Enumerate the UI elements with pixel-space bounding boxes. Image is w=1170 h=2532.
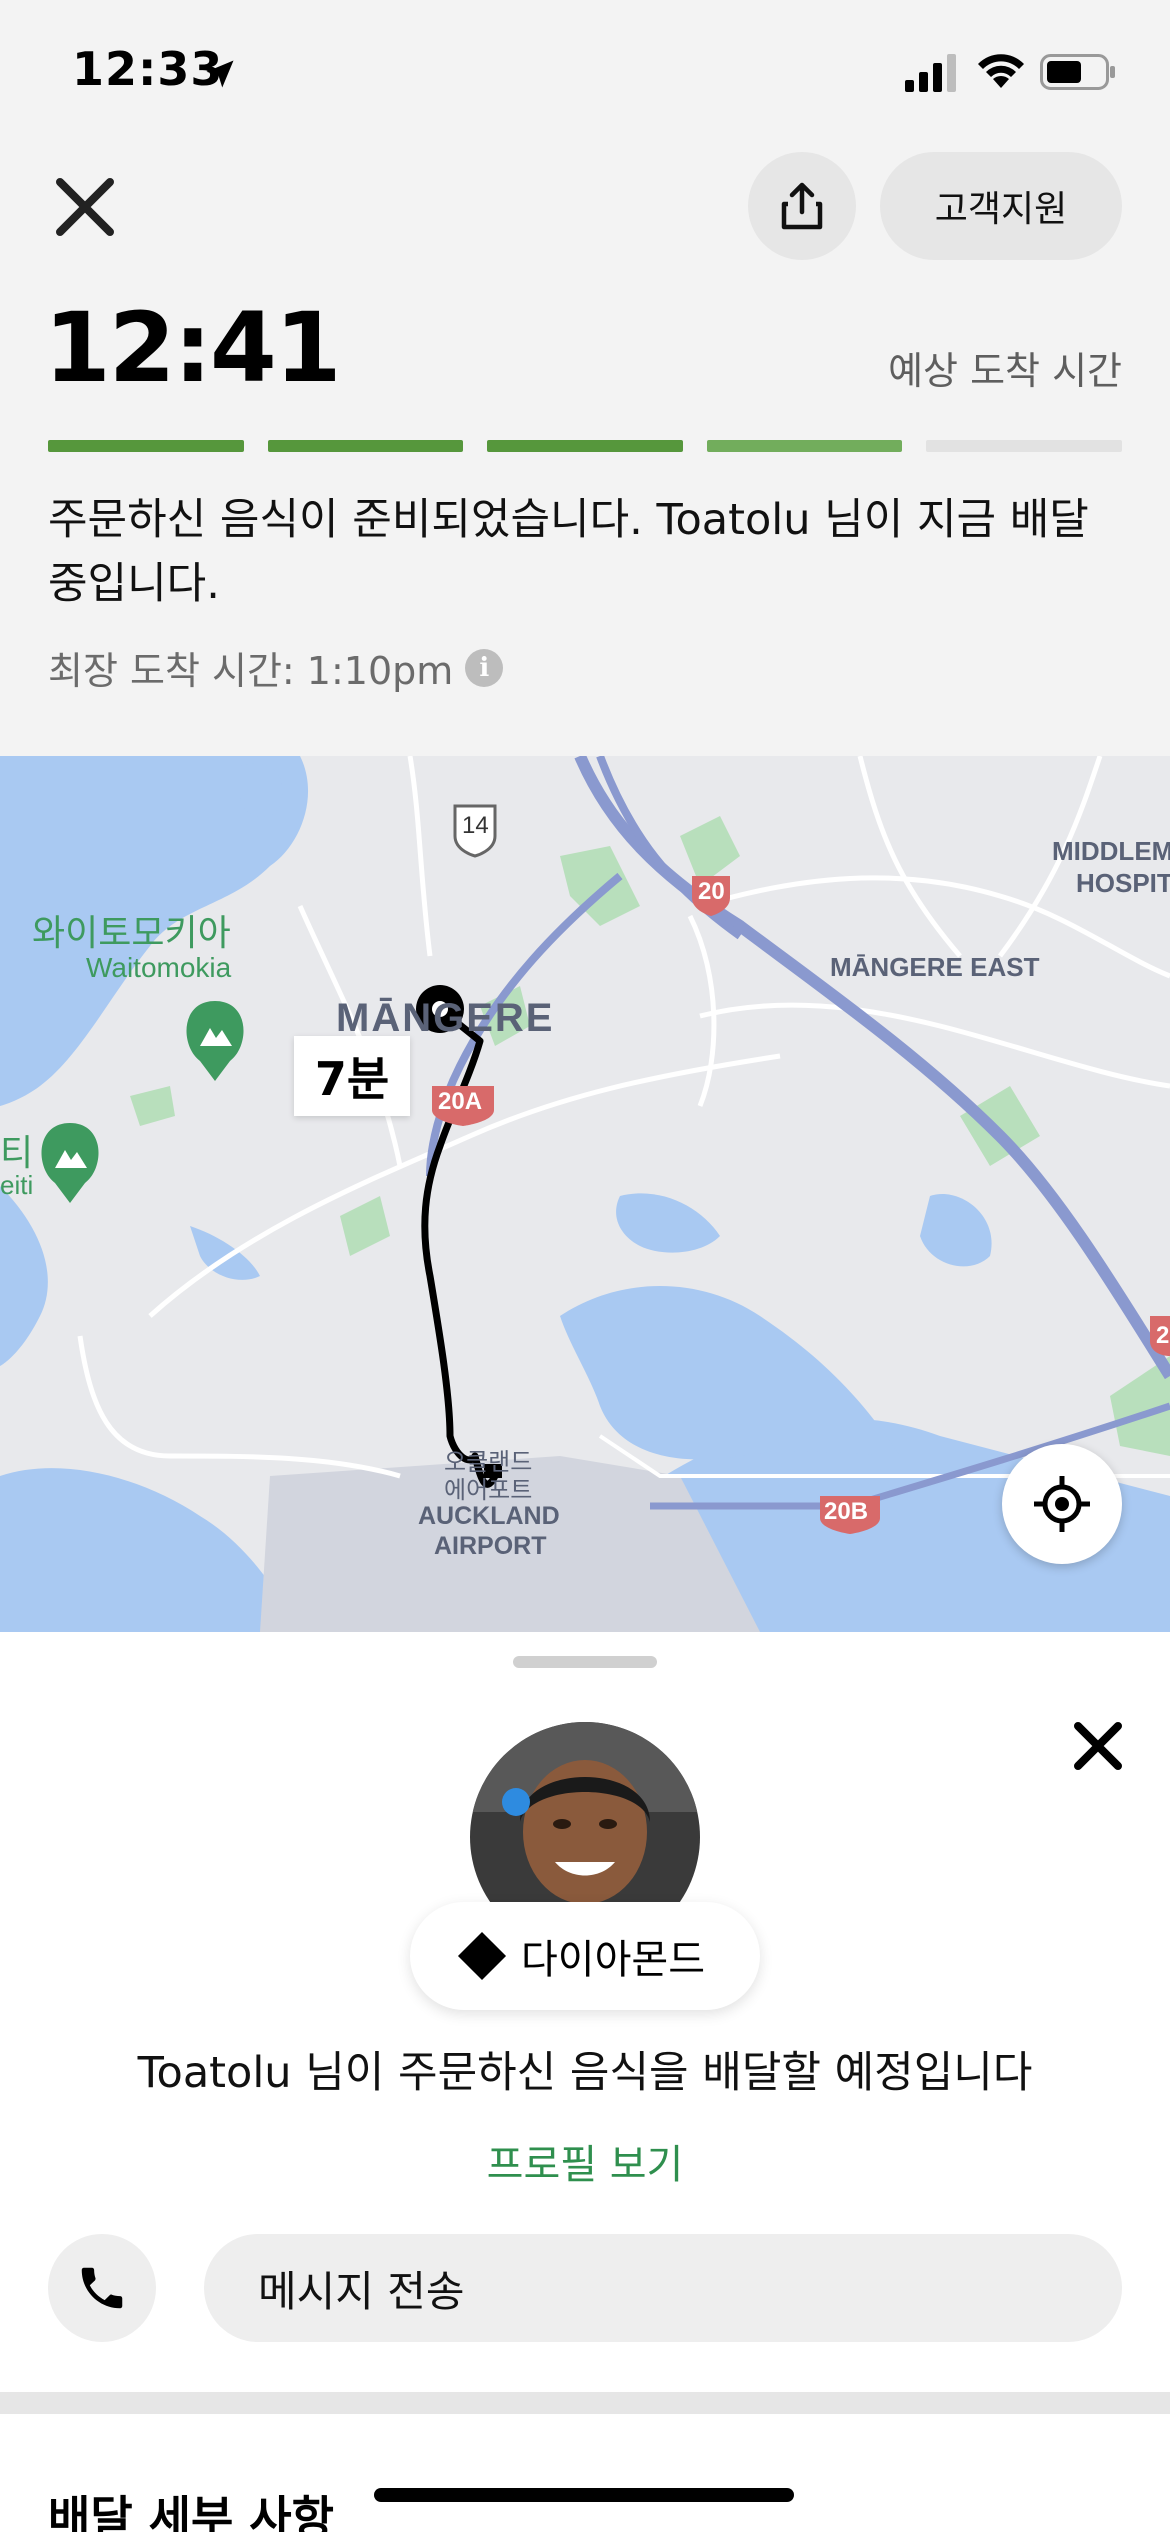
- delivery-details-section: 배달 세부 사항: [0, 2414, 1170, 2532]
- section-divider: [0, 2392, 1170, 2414]
- road-shield-14: 14: [462, 812, 489, 839]
- map-label-airport-ko-2: 에어포트: [444, 1477, 533, 1504]
- cellular-signal-icon: [905, 54, 956, 92]
- delivery-details-title: 배달 세부 사항: [48, 2491, 334, 2532]
- home-indicator[interactable]: [374, 2488, 794, 2502]
- status-time: 12:33: [72, 42, 224, 96]
- courier-eta-bubble: 7분: [294, 1036, 410, 1116]
- delivery-map[interactable]: 와이토모키아 Waitomokia 티 eiti MĀNGERE MĀNGERE…: [0, 756, 1170, 1632]
- phone-icon: [81, 2267, 123, 2309]
- progress-segment: [706, 440, 903, 452]
- battery-icon: [1040, 54, 1115, 90]
- crosshair-icon: [1034, 1476, 1090, 1532]
- map-label-middlemore-2: HOSPIT: [1076, 868, 1170, 898]
- latest-arrival-row: 최장 도착 시간: 1:10pm i: [48, 640, 504, 695]
- progress-segment: [926, 440, 1122, 452]
- location-arrow-icon: [206, 60, 234, 88]
- map-label-waitomokia-en: Waitomokia: [86, 952, 232, 983]
- road-shield-20: 20: [698, 878, 725, 905]
- share-button[interactable]: [748, 152, 856, 260]
- send-message-label: 메시지 전송: [258, 2266, 465, 2316]
- map-label-middlemore-1: MIDDLEM: [1052, 836, 1170, 866]
- eta-label: 예상 도착 시간: [888, 349, 1122, 393]
- map-label-airport-en-2: AIRPORT: [434, 1532, 547, 1560]
- map-base: [0, 756, 1170, 1632]
- courier-rank-badge: 다이아몬드: [410, 1902, 760, 2010]
- latest-arrival-text: 최장 도착 시간: 1:10pm: [48, 649, 454, 693]
- eta-time: 12:41: [44, 292, 342, 404]
- road-shield-2: 2: [1156, 1322, 1170, 1349]
- progress-segment: [48, 440, 244, 452]
- wifi-icon: [978, 54, 1024, 88]
- call-button[interactable]: [48, 2234, 156, 2342]
- status-bar: 12:33: [0, 0, 1170, 150]
- diamond-icon: [457, 1931, 507, 1981]
- support-button[interactable]: 고객지원: [880, 152, 1122, 260]
- map-label-partial-ko: 티: [0, 1132, 34, 1173]
- courier-message: Toatolu 님이 주문하신 음식을 배달할 예정입니다: [137, 2048, 1033, 2098]
- share-icon: [781, 182, 823, 230]
- close-icon[interactable]: [1068, 1716, 1128, 1776]
- order-status-message: 주문하신 음식이 준비되었습니다. Toatolu 님이 지금 배달 중입니다.: [48, 495, 1089, 609]
- recenter-button[interactable]: [1002, 1444, 1122, 1564]
- delivery-progress-bar: [48, 440, 1122, 452]
- map-label-partial-en: eiti: [0, 1170, 34, 1200]
- rank-label: 다이아몬드: [521, 1937, 705, 1983]
- map-label-airport-en-1: AUCKLAND: [418, 1502, 560, 1530]
- close-icon[interactable]: [50, 172, 120, 242]
- progress-segment: [487, 440, 683, 452]
- map-label-waitomokia-ko: 와이토모키아: [32, 912, 231, 953]
- courier-sheet: 다이아몬드 Toatolu 님이 주문하신 음식을 배달할 예정입니다 프로필 …: [0, 1632, 1170, 2392]
- road-shield-20b: 20B: [824, 1498, 869, 1525]
- view-profile-link[interactable]: 프로필 보기: [0, 2132, 1170, 2190]
- map-label-mangere-east: MĀNGERE EAST: [830, 952, 1040, 982]
- drag-handle[interactable]: [513, 1656, 657, 1668]
- road-shield-20a: 20A: [438, 1088, 483, 1115]
- info-icon[interactable]: i: [465, 648, 504, 687]
- progress-segment: [267, 440, 464, 452]
- send-message-button[interactable]: 메시지 전송: [204, 2234, 1122, 2342]
- map-label-mangere: MĀNGERE: [336, 996, 555, 1040]
